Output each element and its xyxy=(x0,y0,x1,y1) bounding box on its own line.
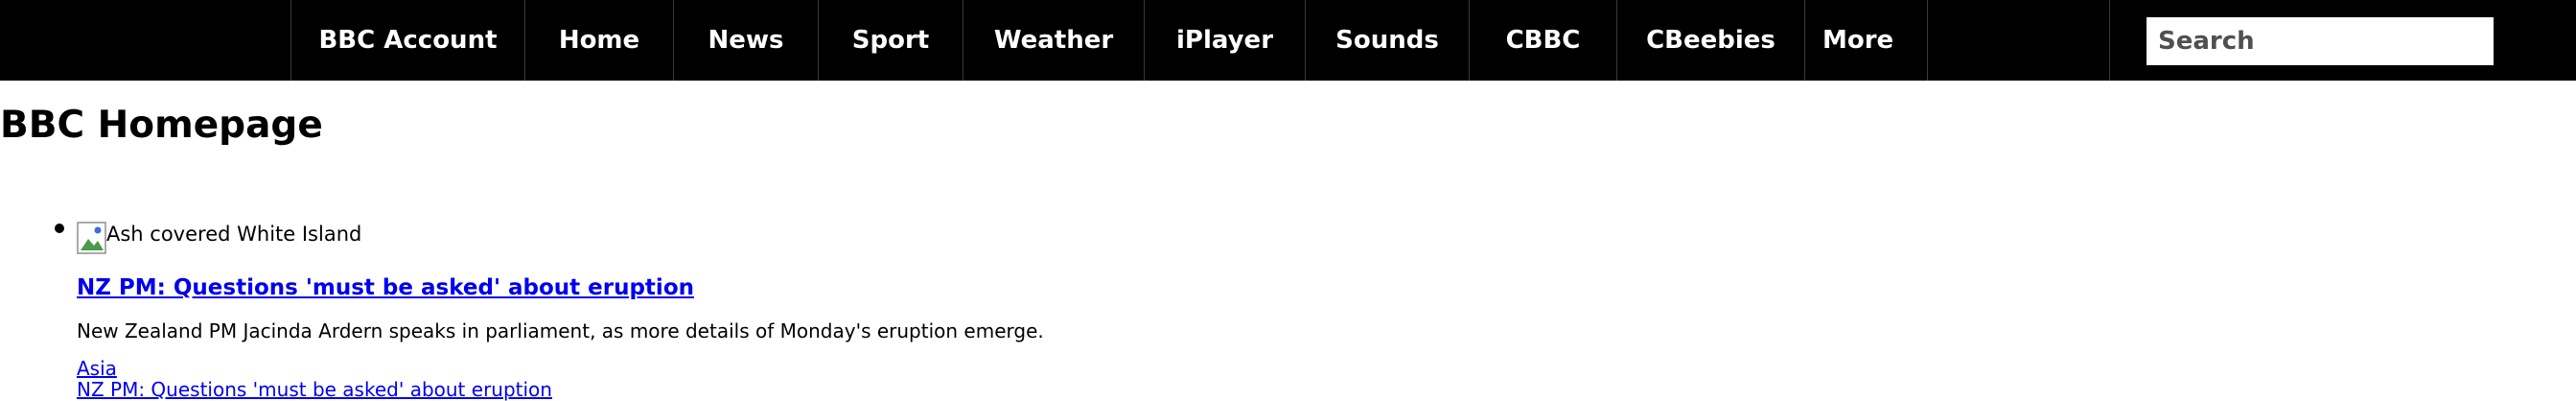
story-headline-link[interactable]: NZ PM: Questions 'must be asked' about e… xyxy=(77,272,694,303)
nav-sport[interactable]: Sport xyxy=(819,0,963,81)
top-navigation-bar: BBC Account Home News Sport Weather iPla… xyxy=(0,0,2576,81)
nav-cbeebies[interactable]: CBeebies xyxy=(1617,0,1805,81)
nav-more[interactable]: More xyxy=(1805,0,1928,81)
story-image: Ash covered White Island xyxy=(77,222,361,254)
nav-bbc-account[interactable]: BBC Account xyxy=(291,0,525,81)
story-tag-link[interactable]: Asia xyxy=(77,357,117,380)
search-area xyxy=(2109,0,2576,81)
main-nav: BBC Account Home News Sport Weather iPla… xyxy=(290,0,1928,81)
image-alt-text: Ash covered White Island xyxy=(106,223,362,246)
nav-iplayer[interactable]: iPlayer xyxy=(1145,0,1306,81)
page-title: BBC Homepage xyxy=(0,104,323,147)
nav-weather[interactable]: Weather xyxy=(963,0,1145,81)
story-summary: New Zealand PM Jacinda Ardern speaks in … xyxy=(77,319,1044,342)
nav-home[interactable]: Home xyxy=(525,0,674,81)
nav-news[interactable]: News xyxy=(674,0,819,81)
nav-cbbc[interactable]: CBBC xyxy=(1470,0,1617,81)
list-bullet xyxy=(55,224,64,233)
search-input[interactable] xyxy=(2147,17,2494,65)
story-repeat-link[interactable]: NZ PM: Questions 'must be asked' about e… xyxy=(77,378,552,401)
broken-image-icon xyxy=(77,222,106,254)
nav-sounds[interactable]: Sounds xyxy=(1306,0,1470,81)
